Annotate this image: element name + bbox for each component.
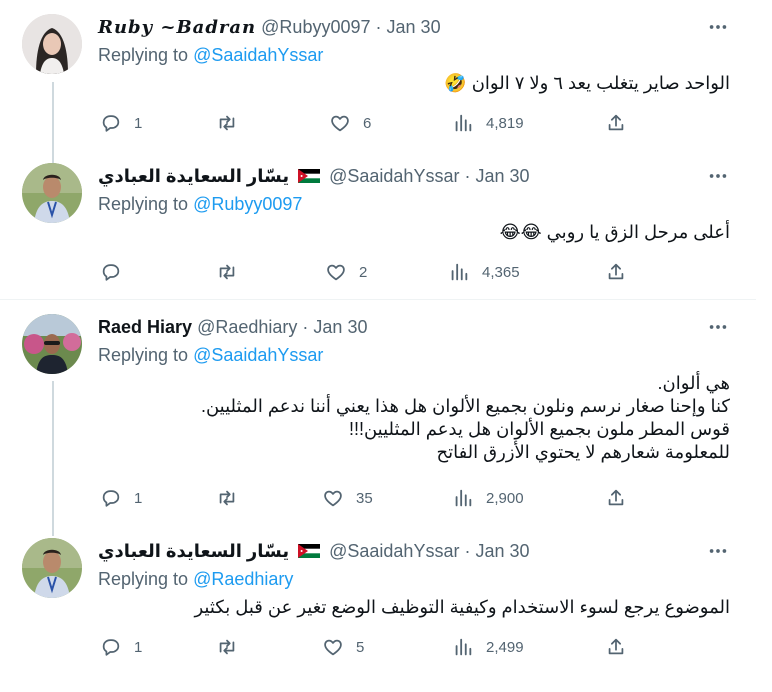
- share-icon: [608, 638, 624, 655]
- views-icon: [455, 638, 472, 656]
- like-button[interactable]: 5: [322, 635, 364, 659]
- avatar[interactable]: [22, 538, 82, 598]
- reply-feed: Ruby ~Badran @Rubyy0097 · Jan 30 Replyin…: [0, 0, 756, 692]
- like-count: 5: [356, 638, 365, 656]
- replying-to-label: Replying to: [98, 569, 189, 589]
- like-icon: [324, 639, 342, 656]
- jordan-flag-icon: [298, 544, 321, 558]
- tweet[interactable]: يسّار السعايدة العبادي @SaaidahYssar · J…: [0, 0, 756, 680]
- retweet-icon: [219, 639, 235, 655]
- share-button[interactable]: [605, 635, 627, 659]
- retweet-button[interactable]: [216, 635, 250, 659]
- tweet-header: يسّار السعايدة العبادي @SaaidahYssar · J…: [98, 539, 530, 563]
- reply-icon: [102, 639, 120, 656]
- user-handle[interactable]: @SaaidahYssar: [329, 541, 459, 561]
- separator-dot: ·: [464, 541, 471, 561]
- replying-to: Replying to @Raedhiary: [98, 569, 293, 590]
- reply-button[interactable]: 1: [100, 635, 142, 659]
- more-icon[interactable]: [706, 539, 730, 563]
- tweet-text: الموضوع يرجع لسوء الاستخدام وكيفية التوظ…: [98, 596, 730, 619]
- tweet-date[interactable]: Jan 30: [475, 541, 529, 561]
- reply-count: 1: [134, 638, 143, 656]
- views-button[interactable]: 2,499: [452, 635, 524, 659]
- views-count: 2,499: [486, 638, 524, 656]
- tweet-text-line: الموضوع يرجع لسوء الاستخدام وكيفية التوظ…: [194, 597, 730, 617]
- display-name[interactable]: يسّار السعايدة العبادي: [98, 541, 289, 561]
- action-bar: 1 5 2,499: [96, 635, 656, 659]
- replying-to-link[interactable]: @Raedhiary: [193, 569, 293, 589]
